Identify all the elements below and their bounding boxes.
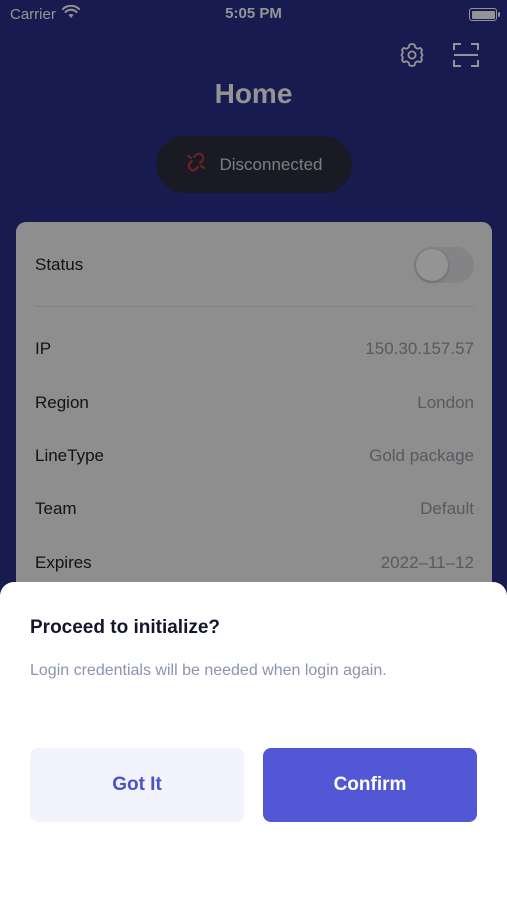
dialog-message: Login credentials will be needed when lo… — [30, 662, 387, 679]
confirm-dialog: Proceed to initialize? Login credentials… — [0, 582, 507, 900]
dialog-title: Proceed to initialize? — [30, 617, 221, 638]
confirm-button[interactable]: Confirm — [263, 748, 477, 822]
got-it-button[interactable]: Got It — [30, 748, 244, 822]
